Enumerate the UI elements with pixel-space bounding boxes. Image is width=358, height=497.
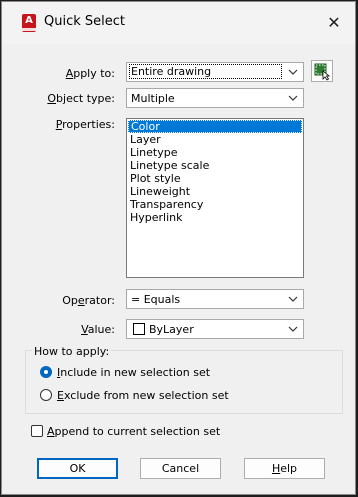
object-type-label: Object type:: [47, 92, 115, 105]
ok-button[interactable]: OK: [37, 458, 118, 479]
list-item[interactable]: Linetype scale: [127, 159, 303, 172]
include-radio[interactable]: [40, 366, 52, 378]
operator-label: Operator:: [62, 294, 115, 307]
append-checkbox[interactable]: [31, 425, 43, 437]
value-label: Value:: [81, 323, 115, 336]
close-icon[interactable]: ✕: [319, 8, 349, 38]
apply-to-label: Apply to:: [65, 67, 115, 80]
how-to-apply-title: How to apply:: [32, 345, 112, 358]
apply-to-dropdown[interactable]: Entire drawing: [126, 62, 304, 82]
list-item[interactable]: Transparency: [127, 198, 303, 211]
list-item[interactable]: Linetype: [127, 146, 303, 159]
dialog-title: Quick Select: [44, 14, 125, 29]
operator-value: = Equals: [131, 293, 181, 306]
chevron-down-icon: [288, 95, 298, 101]
value-value: ByLayer: [149, 323, 194, 336]
cancel-button[interactable]: Cancel: [140, 458, 221, 479]
object-type-dropdown[interactable]: Multiple: [126, 88, 304, 108]
object-type-value: Multiple: [131, 92, 175, 105]
select-objects-button[interactable]: [311, 60, 333, 82]
select-objects-icon: [314, 63, 331, 81]
chevron-down-icon: [288, 69, 298, 75]
value-dropdown[interactable]: ByLayer: [126, 319, 304, 339]
color-swatch: [133, 323, 145, 335]
exclude-radio-label[interactable]: Exclude from new selection set: [57, 389, 229, 402]
apply-to-value: Entire drawing: [129, 64, 282, 79]
chevron-down-icon: [288, 326, 298, 332]
list-item[interactable]: Color: [128, 120, 302, 133]
help-button[interactable]: Help: [244, 458, 325, 479]
exclude-radio[interactable]: [40, 389, 52, 401]
include-radio-label[interactable]: Include in new selection set: [57, 366, 210, 379]
quick-select-dialog: A Quick Select ✕ Apply to: Entire drawin…: [1, 1, 356, 495]
title-bar: A Quick Select ✕: [2, 2, 355, 44]
list-item[interactable]: Hyperlink: [127, 211, 303, 224]
chevron-down-icon: [288, 296, 298, 302]
properties-label: Properties:: [55, 118, 115, 131]
list-item[interactable]: Layer: [127, 133, 303, 146]
append-checkbox-label[interactable]: Append to current selection set: [47, 425, 220, 438]
operator-dropdown[interactable]: = Equals: [126, 289, 304, 309]
how-to-apply-group: [25, 350, 343, 414]
autocad-app-icon: A: [22, 14, 36, 32]
list-item[interactable]: Lineweight: [127, 185, 303, 198]
properties-listbox[interactable]: Color Layer Linetype Linetype scale Plot…: [126, 118, 304, 278]
list-item[interactable]: Plot style: [127, 172, 303, 185]
